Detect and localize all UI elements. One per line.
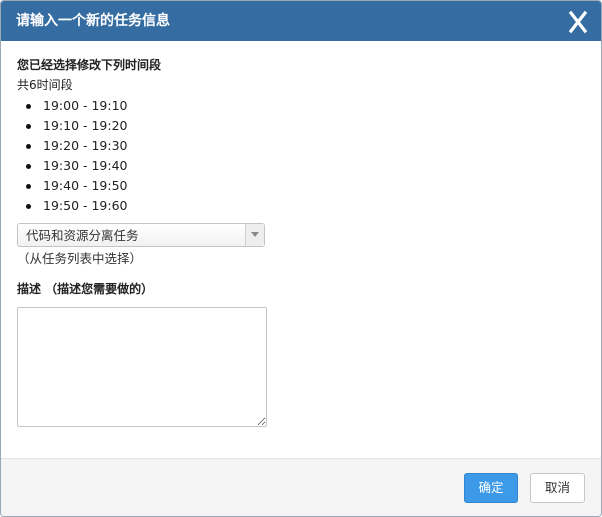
cancel-button[interactable]: 取消 — [530, 473, 585, 503]
time-slot-item: 19:00 - 19:10 — [26, 96, 577, 116]
task-select-toggle[interactable] — [245, 224, 264, 246]
time-slot-label: 19:30 - 19:40 — [43, 158, 128, 173]
close-x-icon — [568, 10, 588, 34]
bullet-icon — [26, 204, 31, 209]
task-select-value: 代码和资源分离任务 — [26, 228, 139, 243]
time-slot-list: 19:00 - 19:10 19:10 - 19:20 19:20 - 19:3… — [17, 96, 577, 216]
description-label: 描述 （描述您需要做的） — [17, 282, 154, 296]
dialog-footer: 确定 取消 — [1, 458, 601, 516]
dialog-body: 您已经选择修改下列时间段 共6时间段 19:00 - 19:10 19:10 -… — [17, 55, 577, 427]
time-slot-item: 19:50 - 19:60 — [26, 196, 577, 216]
dialog-title: 请输入一个新的任务信息 — [16, 13, 170, 29]
selection-heading: 您已经选择修改下列时间段 — [17, 58, 162, 72]
confirm-button[interactable]: 确定 — [464, 473, 518, 503]
time-slot-item: 19:40 - 19:50 — [26, 176, 577, 196]
time-slot-label: 19:40 - 19:50 — [43, 178, 128, 193]
bullet-icon — [26, 104, 31, 109]
time-slot-item: 19:10 - 19:20 — [26, 116, 577, 136]
time-slot-label: 19:10 - 19:20 — [43, 118, 128, 133]
description-textarea[interactable] — [17, 307, 267, 427]
bullet-icon — [26, 184, 31, 189]
task-select-hint: （从任务列表中选择） — [17, 251, 143, 266]
bullet-icon — [26, 144, 31, 149]
time-slot-label: 19:20 - 19:30 — [43, 138, 128, 153]
task-dialog: 请输入一个新的任务信息 您已经选择修改下列时间段 共6时间段 19:00 - 1… — [0, 0, 602, 517]
bullet-icon — [26, 164, 31, 169]
chevron-down-icon — [251, 232, 259, 237]
task-select[interactable]: 代码和资源分离任务 — [17, 223, 265, 247]
time-slot-item: 19:30 - 19:40 — [26, 156, 577, 176]
time-slot-label: 19:50 - 19:60 — [43, 198, 128, 213]
bullet-icon — [26, 124, 31, 129]
dialog-titlebar: 请输入一个新的任务信息 — [1, 1, 601, 41]
time-slot-label: 19:00 - 19:10 — [43, 98, 128, 113]
close-button[interactable] — [567, 7, 589, 35]
time-slot-item: 19:20 - 19:30 — [26, 136, 577, 156]
slot-count: 共6时间段 — [17, 78, 73, 92]
